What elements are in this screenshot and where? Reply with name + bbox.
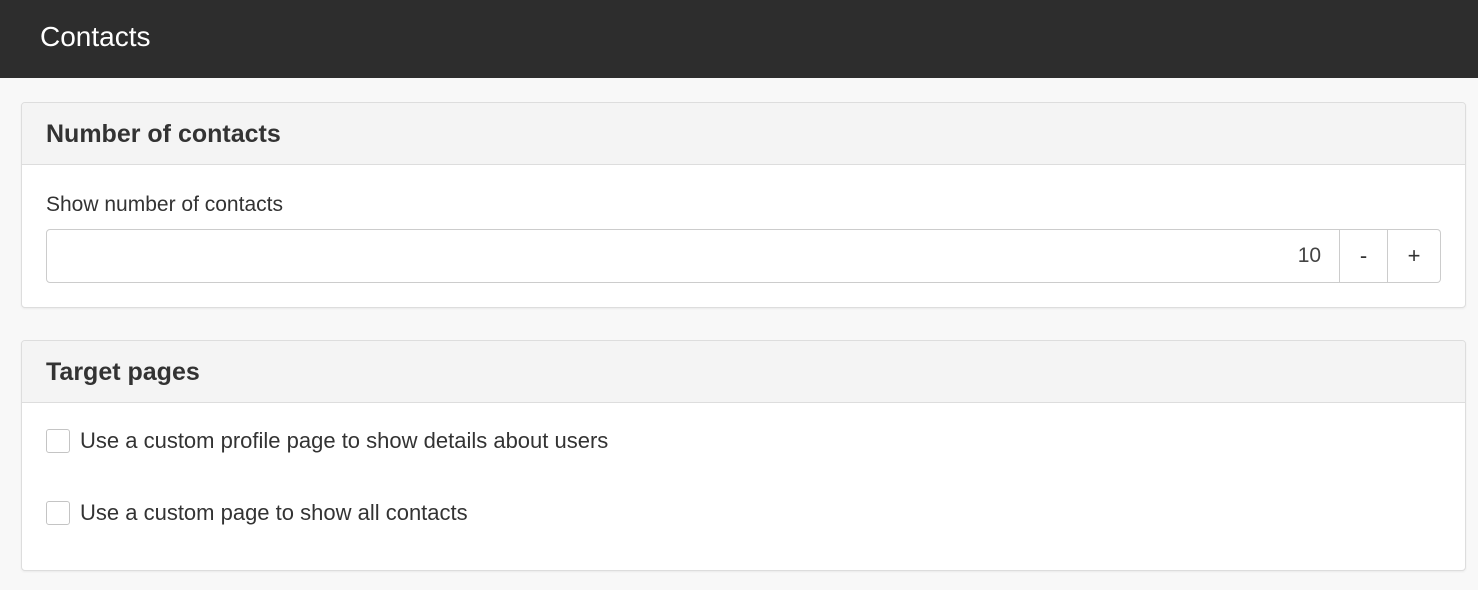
- custom-profile-page-checkbox[interactable]: [46, 429, 70, 453]
- custom-profile-page-label: Use a custom profile page to show detail…: [80, 428, 609, 453]
- custom-contacts-page-label: Use a custom page to show all contacts: [80, 500, 468, 525]
- panel-title: Target pages: [46, 358, 200, 386]
- decrement-button[interactable]: -: [1340, 229, 1389, 283]
- target-pages-panel: Target pages Use a custom profile page t…: [21, 340, 1466, 571]
- custom-contacts-page-checkbox[interactable]: [46, 501, 70, 525]
- panel-heading: Target pages: [22, 341, 1465, 403]
- contacts-count-stepper: - +: [46, 229, 1442, 283]
- increment-button[interactable]: +: [1388, 229, 1442, 283]
- page-title: Contacts: [40, 21, 151, 52]
- custom-profile-page-option[interactable]: Use a custom profile page to show detail…: [46, 427, 608, 455]
- custom-contacts-page-option[interactable]: Use a custom page to show all contacts: [46, 499, 468, 527]
- contacts-count-input[interactable]: [46, 229, 1341, 283]
- number-of-contacts-panel: Number of contacts Show number of contac…: [21, 102, 1466, 308]
- top-bar: Contacts: [0, 0, 1478, 78]
- panel-title: Number of contacts: [46, 120, 281, 148]
- panel-heading: Number of contacts: [22, 103, 1465, 165]
- contacts-count-label: Show number of contacts: [46, 193, 283, 216]
